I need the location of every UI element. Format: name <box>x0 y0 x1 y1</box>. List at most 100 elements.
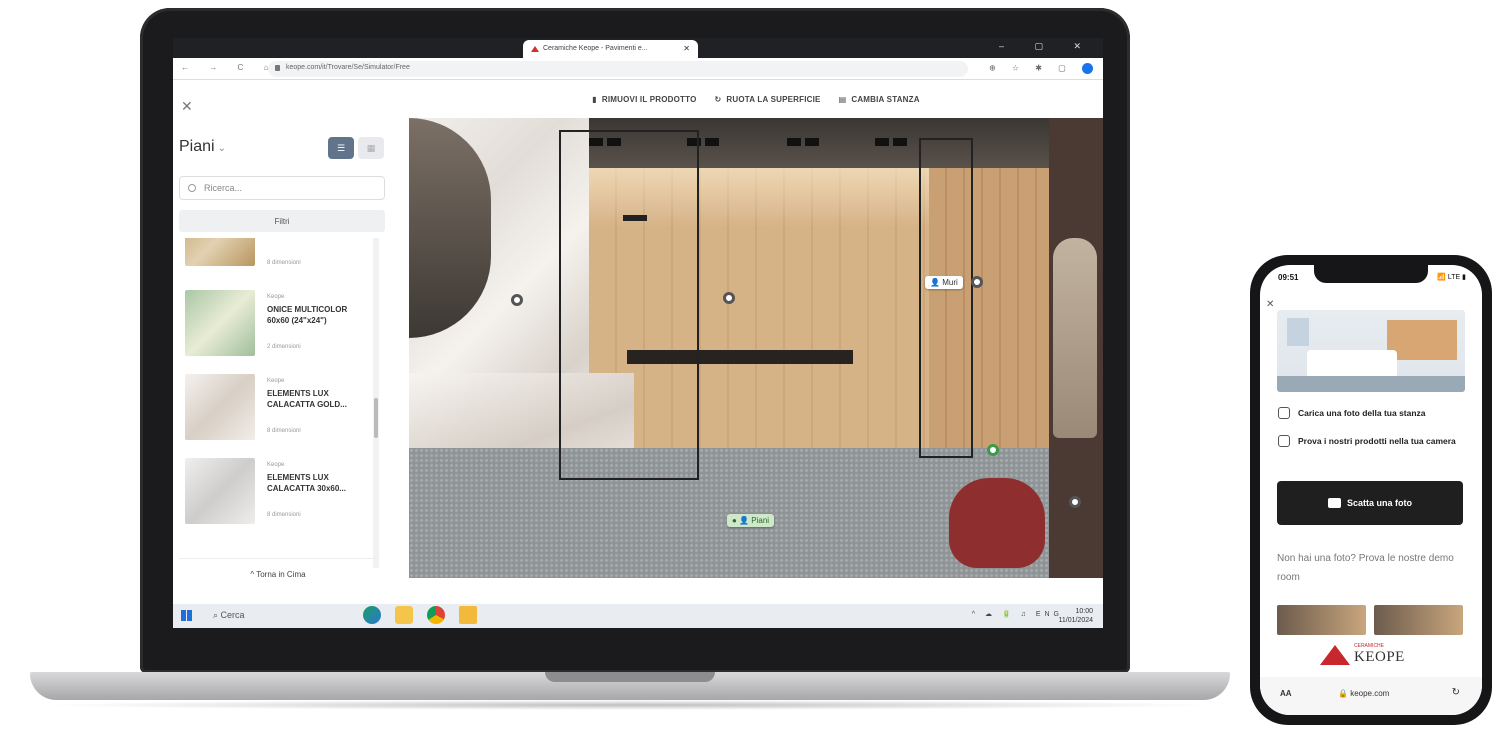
close-icon[interactable]: ✕ <box>181 98 193 115</box>
product-brand: Keope <box>267 378 285 384</box>
phone-time: 09:51 <box>1278 273 1299 282</box>
back-to-top-button[interactable]: ^ Torna in Cima <box>179 558 377 588</box>
close-tab-icon[interactable]: ✕ <box>683 44 690 53</box>
browser-tab[interactable]: Ceramiche Keope - Pavimenti e... ✕ <box>523 40 698 58</box>
filters-button[interactable]: Filtri <box>179 210 385 232</box>
person-icon: ● 👤 <box>732 516 750 525</box>
window-controls[interactable]: – ▢ ✕ <box>999 41 1095 52</box>
remove-product-button[interactable]: ▮ RIMUOVI IL PRODOTTO <box>592 95 696 104</box>
scrollbar-thumb[interactable] <box>374 398 378 438</box>
walls-hotspot-label[interactable]: 👤 Muri <box>925 276 963 289</box>
windows-taskbar: ⌕ Cerca ^ ☁ 🔋 ♫ ENG 10:00 11/01/2024 <box>173 604 1103 628</box>
browser-addressbar: ← → C ⌂ keope.com/it/Trovare/Se/Simulato… <box>173 58 1103 80</box>
taskbar-search[interactable]: ⌕ Cerca <box>213 610 245 621</box>
take-photo-button[interactable]: Scatta una foto <box>1277 481 1463 525</box>
files-app-icon[interactable] <box>395 606 413 624</box>
demo-room-text[interactable]: Non hai una foto? Prova le nostre demo r… <box>1277 549 1467 587</box>
phone-screen: 09:51 📶 LTE ▮ ✕ Carica una foto della tu… <box>1260 265 1482 715</box>
camera-icon <box>1278 407 1290 419</box>
browser-extensions[interactable]: ⊕ ☆ ✱ ▢ <box>989 63 1093 74</box>
floor-hotspot-label[interactable]: ● 👤 Piani <box>727 514 775 527</box>
product-name: ELEMENTS LUX CALACATTA 30x60... <box>267 473 346 493</box>
chevron-down-icon: ⌄ <box>217 143 226 154</box>
illus-window <box>1287 318 1309 346</box>
windows-start-icon[interactable] <box>181 610 192 621</box>
view-toggle: ☰ ▦ <box>328 137 384 159</box>
keope-logo-icon <box>1320 645 1350 665</box>
illus-floor <box>1277 376 1465 392</box>
system-tray[interactable]: ^ ☁ 🔋 ♫ ENG <box>972 610 1063 618</box>
hanging-robe <box>1053 238 1097 438</box>
stage: Ceramiche Keope - Pavimenti e... ✕ – ▢ ✕… <box>0 0 1504 731</box>
room-illustration <box>1277 310 1465 392</box>
surface-hotspot[interactable] <box>971 276 983 288</box>
surface-hotspot[interactable] <box>511 294 523 306</box>
visualizer-toolbar: ▮ RIMUOVI IL PRODOTTO ↻ RUOTA LA SUPERFI… <box>409 80 1103 118</box>
list-scrollbar[interactable] <box>373 238 379 568</box>
panel-title: Piani <box>179 138 215 155</box>
close-icon[interactable]: ✕ <box>1266 299 1274 310</box>
product-thumbnail <box>185 458 255 524</box>
browser-tabbar: Ceramiche Keope - Pavimenti e... ✕ – ▢ ✕ <box>173 38 1103 58</box>
room-visualization[interactable]: 👤 Muri ● 👤 Piani <box>409 118 1103 578</box>
list-item[interactable]: Keope ELEMENTS LUX CALACATTA GOLD... 8 d… <box>179 368 377 452</box>
search-placeholder: Ricerca... <box>204 183 243 193</box>
cube-icon <box>1278 435 1290 447</box>
taskbar-apps <box>363 606 477 624</box>
change-room-button[interactable]: ▤ CAMBIA STANZA <box>839 95 920 104</box>
visualizer-app: ✕ ▮ RIMUOVI IL PRODOTTO ↻ RUOTA LA SUPER… <box>173 80 1103 608</box>
list-item[interactable]: Keope ONICE MULTICOLOR 60x60 (24"x24") 2… <box>179 284 377 368</box>
product-panel: Piani ⌄ ☰ ▦ Ricerca... Filtri 8 dimension… <box>173 118 409 608</box>
demo-room-thumb[interactable] <box>1277 605 1366 635</box>
surface-hotspot[interactable] <box>987 444 999 456</box>
demo-room-thumbnails <box>1277 605 1463 635</box>
illus-cabinet <box>1387 320 1457 360</box>
laptop-notch <box>545 672 715 682</box>
phone-notch <box>1314 265 1428 283</box>
person-icon: 👤 <box>930 278 940 287</box>
product-dims: 2 dimensioni <box>267 344 301 350</box>
phone-signal: 📶 LTE ▮ <box>1437 274 1466 281</box>
sauna-glass <box>919 138 973 458</box>
product-name: ELEMENTS LUX CALACATTA GOLD... <box>267 389 347 409</box>
edge-app-icon[interactable] <box>363 606 381 624</box>
list-item[interactable]: 8 dimensioni <box>179 238 377 284</box>
product-thumbnail <box>185 374 255 440</box>
surface-hotspot[interactable] <box>723 292 735 304</box>
safari-bottom-bar: AA 🔒 keope.com ↻ <box>1260 677 1482 715</box>
browser-nav-buttons[interactable]: ← → C ⌂ <box>181 63 277 72</box>
list-item[interactable]: Keope ELEMENTS LUX CALACATTA 30x60... 8 … <box>179 452 377 536</box>
product-list: 8 dimensioni Keope ONICE MULTICOLOR 60x6… <box>179 238 377 558</box>
surface-dropdown[interactable]: Piani ⌄ <box>179 138 226 156</box>
product-dims: 8 dimensioni <box>267 428 301 434</box>
ceiling-light <box>875 138 889 146</box>
demo-room-thumb[interactable] <box>1374 605 1463 635</box>
lock-icon <box>275 65 280 71</box>
trash-icon: ▮ <box>592 94 597 104</box>
surface-hotspot[interactable] <box>1069 496 1081 508</box>
product-brand: Keope <box>267 294 285 300</box>
phone-url[interactable]: 🔒 keope.com <box>1338 689 1389 698</box>
ceiling-light <box>787 138 801 146</box>
explorer-app-icon[interactable] <box>459 606 477 624</box>
room-icon: ▤ <box>838 94 847 104</box>
taskbar-clock[interactable]: 10:00 11/01/2024 <box>1058 607 1093 625</box>
profile-avatar[interactable] <box>1082 63 1093 74</box>
chrome-app-icon[interactable] <box>427 606 445 624</box>
reload-icon[interactable]: ↻ <box>1452 687 1460 698</box>
keope-favicon-icon <box>531 46 539 52</box>
tab-title: Ceramiche Keope - Pavimenti e... <box>543 45 648 52</box>
product-dims: 8 dimensioni <box>267 260 301 266</box>
product-thumbnail <box>185 238 255 266</box>
search-input[interactable]: Ricerca... <box>179 176 385 200</box>
url-field[interactable]: keope.com/it/Trovare/Se/Simulator/Free <box>268 61 968 77</box>
reader-aa-button[interactable]: AA <box>1280 689 1292 698</box>
search-icon <box>188 184 196 192</box>
product-thumbnail <box>185 290 255 356</box>
shower-glass <box>559 130 699 480</box>
keope-logo: CERAMICHE KEOPE <box>1320 639 1440 669</box>
list-view-button[interactable]: ☰ <box>328 137 354 159</box>
rotate-surface-button[interactable]: ↻ RUOTA LA SUPERFICIE <box>715 95 821 104</box>
search-icon: ⌕ <box>213 610 221 620</box>
grid-view-button[interactable]: ▦ <box>358 137 384 159</box>
